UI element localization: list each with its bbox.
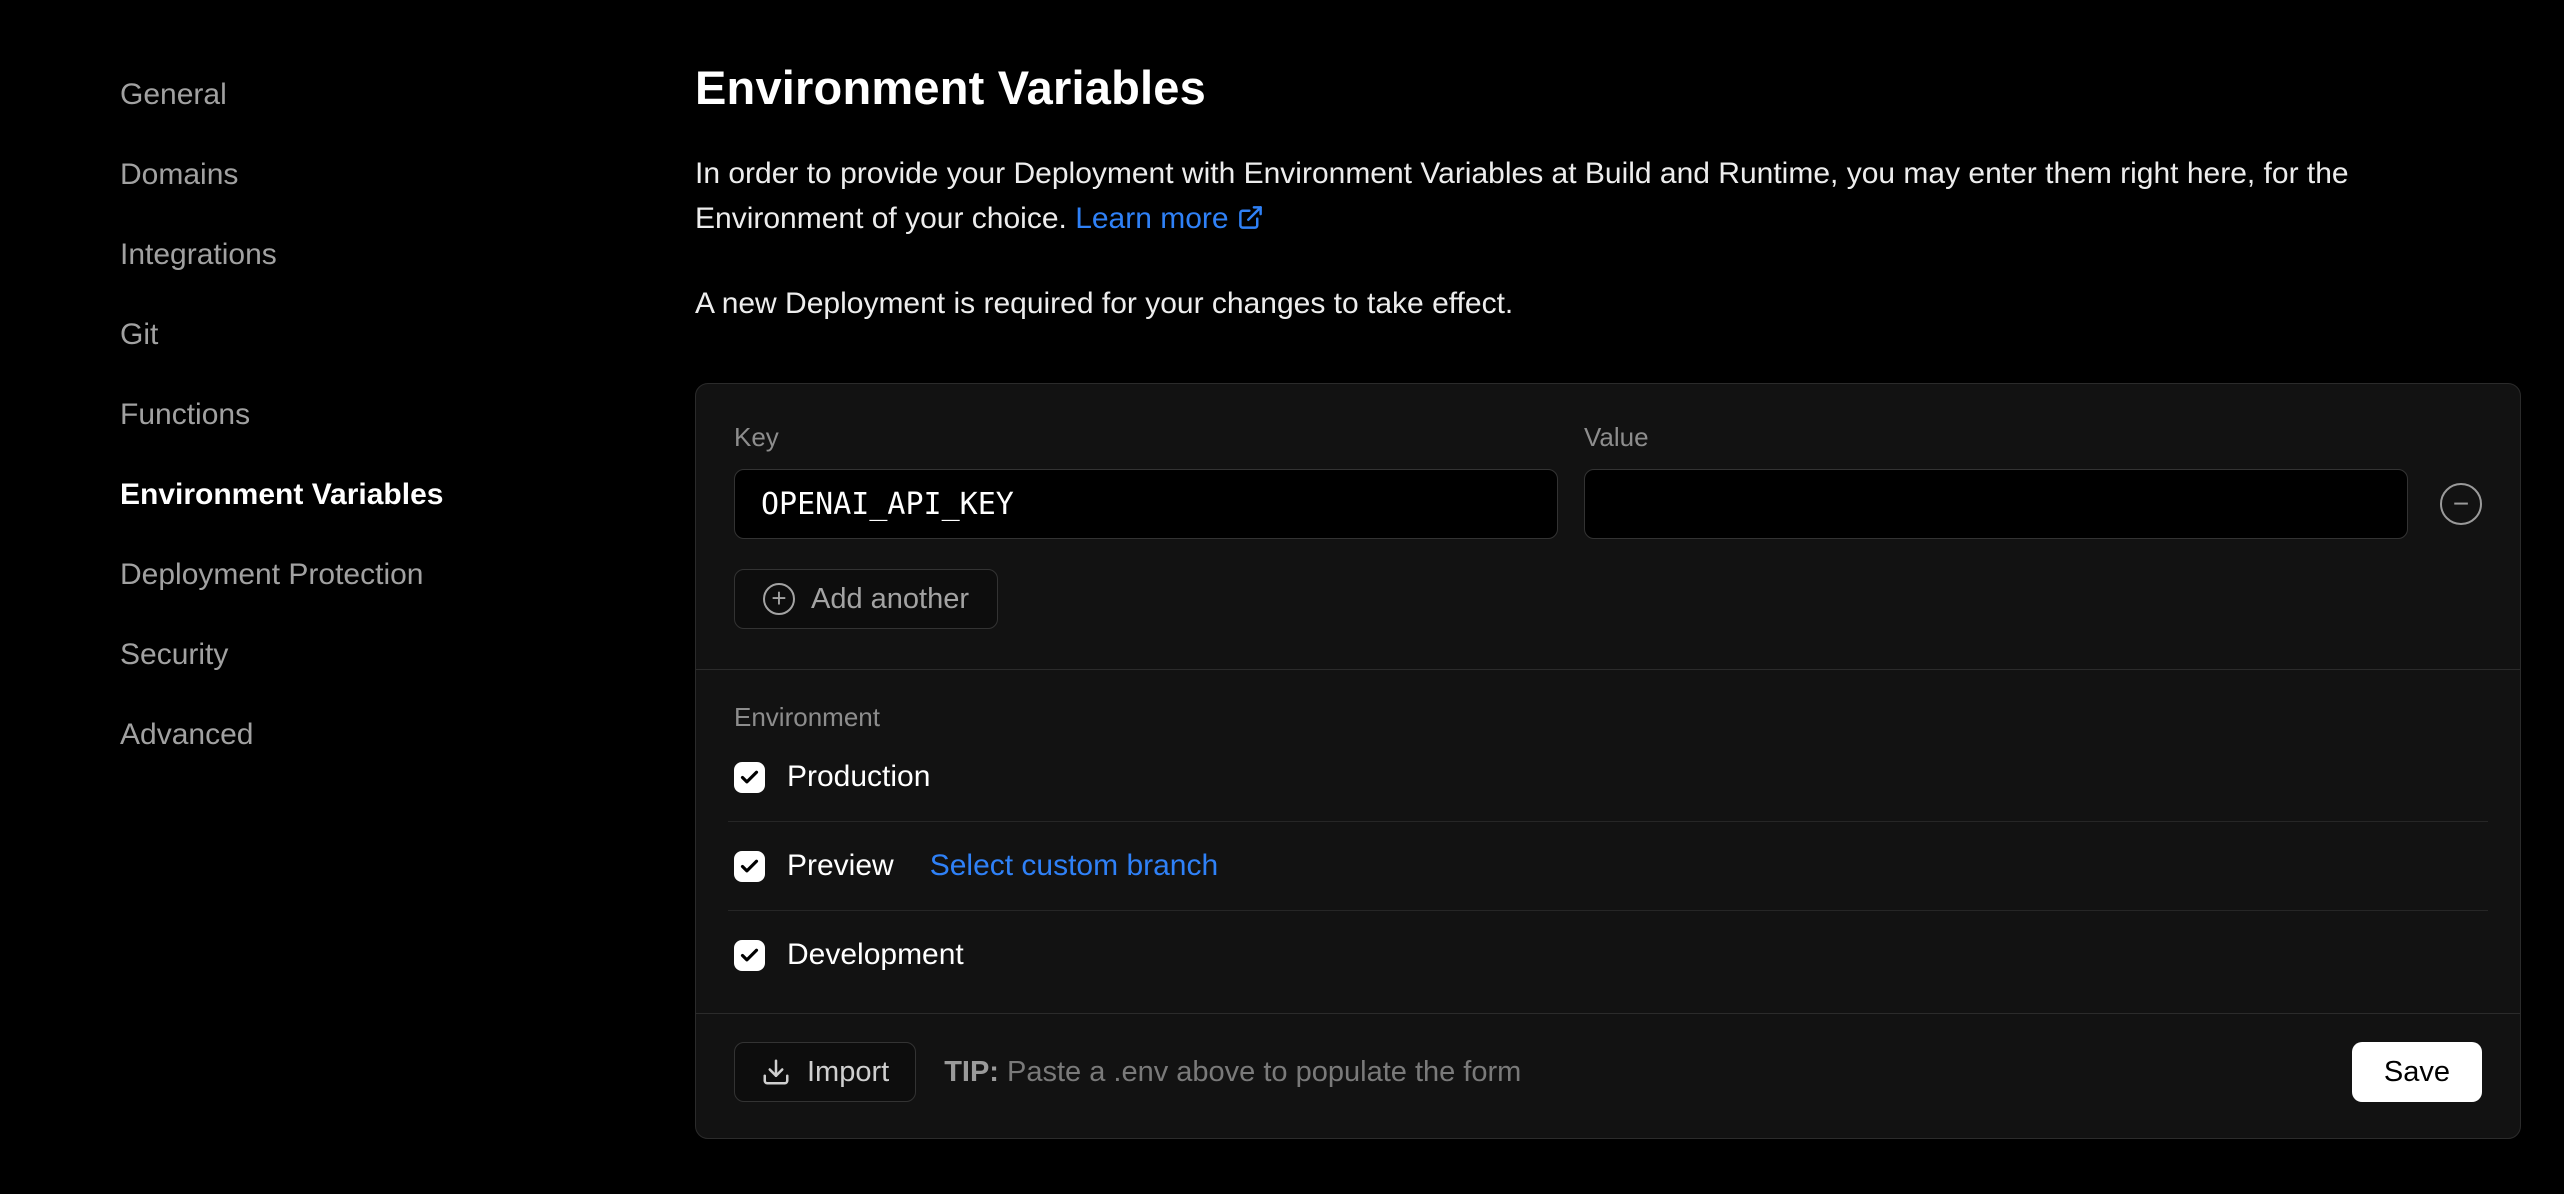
development-checkbox[interactable] — [734, 940, 765, 971]
minus-icon: − — [2453, 490, 2469, 518]
redeploy-note: A new Deployment is required for your ch… — [695, 287, 2521, 321]
value-input[interactable] — [1584, 469, 2408, 539]
sidebar-item-functions[interactable]: Functions — [120, 375, 580, 455]
preview-checkbox[interactable] — [734, 851, 765, 882]
tip-text: TIP: Paste a .env above to populate the … — [944, 1056, 1521, 1089]
page-title: Environment Variables — [695, 60, 2521, 115]
settings-sidebar: General Domains Integrations Git Functio… — [120, 55, 580, 775]
sidebar-item-deployment-protection[interactable]: Deployment Protection — [120, 535, 580, 615]
download-icon — [761, 1057, 791, 1087]
sidebar-item-advanced[interactable]: Advanced — [120, 695, 580, 775]
learn-more-label: Learn more — [1075, 202, 1228, 235]
check-icon — [739, 856, 760, 877]
env-row-production: Production — [696, 733, 2520, 821]
check-icon — [739, 767, 760, 788]
development-label: Development — [787, 938, 964, 972]
production-label: Production — [787, 760, 930, 794]
key-input[interactable] — [734, 469, 1558, 539]
preview-label: Preview — [787, 849, 894, 883]
production-checkbox[interactable] — [734, 762, 765, 793]
environment-section: Environment Production Preview Select cu… — [696, 670, 2520, 1013]
env-vars-card: Key Value − + Add another Environment — [695, 383, 2521, 1139]
key-value-section: Key Value − + Add another — [696, 384, 2520, 669]
sidebar-item-security[interactable]: Security — [120, 615, 580, 695]
environment-variables-panel: Environment Variables In order to provid… — [695, 60, 2521, 1139]
sidebar-item-domains[interactable]: Domains — [120, 135, 580, 215]
tip-body: Paste a .env above to populate the form — [999, 1056, 1521, 1088]
remove-row-button[interactable]: − — [2440, 483, 2482, 525]
env-row-development: Development — [696, 911, 2520, 999]
sidebar-item-environment-variables[interactable]: Environment Variables — [120, 455, 580, 535]
env-row-preview: Preview Select custom branch — [696, 822, 2520, 910]
description-text: In order to provide your Deployment with… — [695, 157, 2349, 235]
check-icon — [739, 945, 760, 966]
page-description: In order to provide your Deployment with… — [695, 151, 2521, 241]
add-another-button[interactable]: + Add another — [734, 569, 998, 629]
sidebar-item-git[interactable]: Git — [120, 295, 580, 375]
import-label: Import — [807, 1056, 889, 1089]
add-another-label: Add another — [811, 583, 969, 616]
tip-prefix: TIP: — [944, 1056, 999, 1088]
plus-icon: + — [763, 583, 795, 615]
sidebar-item-integrations[interactable]: Integrations — [120, 215, 580, 295]
external-link-icon — [1237, 204, 1264, 231]
save-button[interactable]: Save — [2352, 1042, 2482, 1102]
select-custom-branch-link[interactable]: Select custom branch — [930, 849, 1218, 883]
remove-row-column: − — [2408, 469, 2482, 539]
import-button[interactable]: Import — [734, 1042, 916, 1102]
card-footer: Import TIP: Paste a .env above to popula… — [696, 1014, 2520, 1138]
key-label: Key — [734, 422, 1558, 453]
learn-more-link[interactable]: Learn more — [1075, 202, 1263, 235]
key-field-column: Key — [734, 422, 1558, 539]
value-field-column: Value — [1584, 422, 2408, 539]
environment-label: Environment — [696, 702, 2520, 733]
value-label: Value — [1584, 422, 2408, 453]
sidebar-item-general[interactable]: General — [120, 55, 580, 135]
